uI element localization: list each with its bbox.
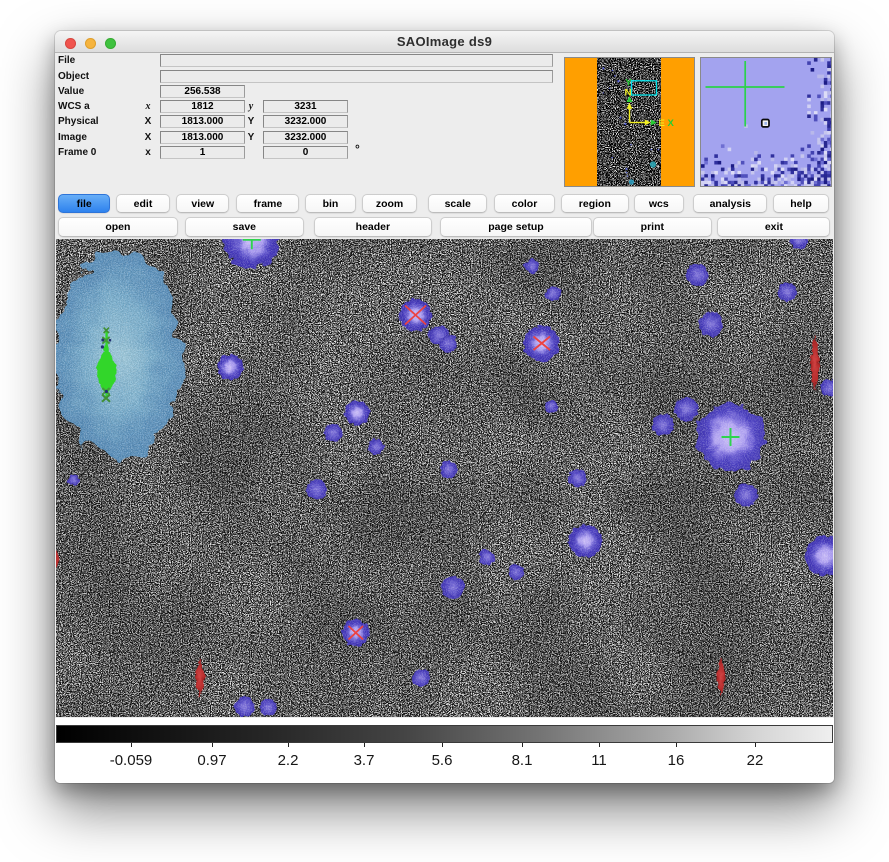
svg-text:N: N bbox=[625, 88, 632, 99]
svg-text:E: E bbox=[659, 118, 665, 129]
svg-text:X: X bbox=[668, 118, 675, 129]
